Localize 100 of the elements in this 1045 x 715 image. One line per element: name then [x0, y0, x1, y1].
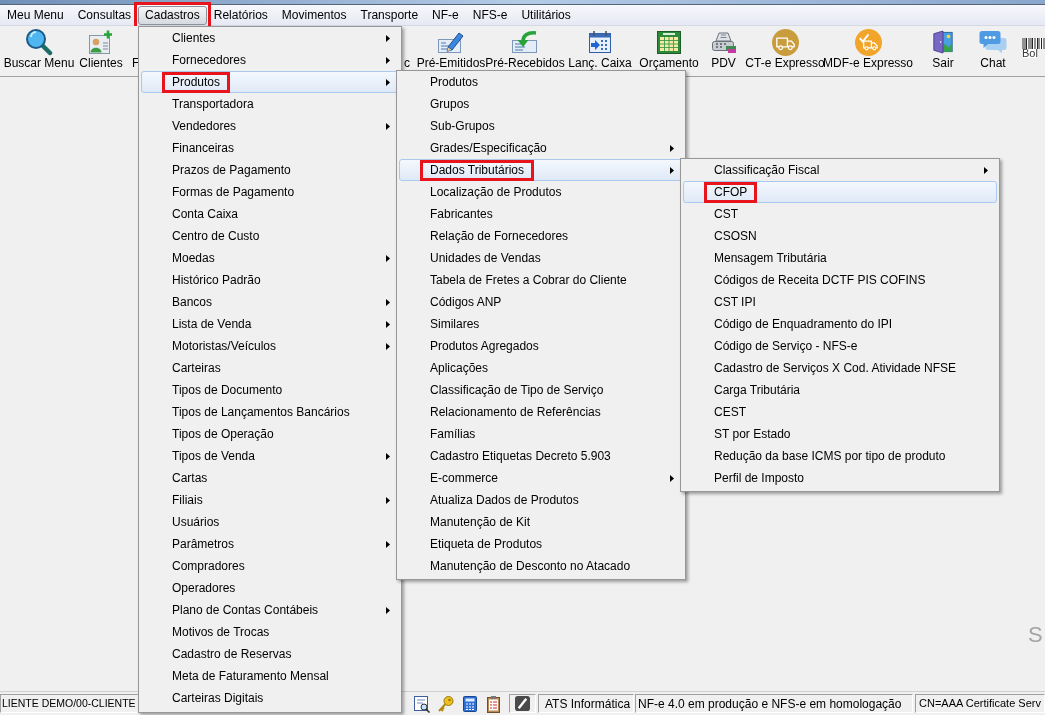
menu-item[interactable]: CST IPI [683, 291, 997, 313]
menu-item[interactable]: Motoristas/Veículos [141, 335, 399, 357]
toolbar-button[interactable]: Chat [972, 26, 1014, 69]
menu-item[interactable]: Redução da base ICMS por tipo de produto [683, 445, 997, 467]
menu-item[interactable]: Código de Serviço - NFS-e [683, 335, 997, 357]
menu-item[interactable]: CST [683, 203, 997, 225]
menu-item[interactable]: Cadastro Etiquetas Decreto 5.903 [399, 445, 683, 467]
menu-item[interactable]: Perfil de Imposto [683, 467, 997, 489]
menu-item[interactable]: Grupos [399, 93, 683, 115]
menu-item[interactable]: Clientes [141, 27, 399, 49]
menu-item[interactable]: CSOSN [683, 225, 997, 247]
truck-check-icon[interactable] [854, 28, 882, 56]
menu-item[interactable]: Formas de Pagamento [141, 181, 399, 203]
menu-item[interactable]: Produtos Agregados [399, 335, 683, 357]
menu-item[interactable]: ST por Estado [683, 423, 997, 445]
search-icon[interactable] [25, 28, 53, 56]
menu-item[interactable]: Fornecedores [141, 49, 399, 71]
menu-bar-item[interactable]: NF-e [425, 5, 466, 25]
toolbar-button[interactable]: Clientes [80, 26, 122, 69]
menu-item[interactable]: Classificação Fiscal [683, 159, 997, 181]
toolbar-button[interactable]: Lanç. Caixa [566, 26, 634, 69]
menu-item[interactable]: Tipos de Operação [141, 423, 399, 445]
menu-item[interactable]: Carteiras Digitais [141, 687, 399, 709]
menu-item[interactable]: Motivos de Trocas [141, 621, 399, 643]
menu-item[interactable]: Tipos de Venda [141, 445, 399, 467]
menu-item[interactable]: Famílias [399, 423, 683, 445]
menu-item[interactable]: Bancos [141, 291, 399, 313]
menu-item[interactable]: Tipos de Lançamentos Bancários [141, 401, 399, 423]
menu-item[interactable]: Relacionamento de Referências [399, 401, 683, 423]
menu-item[interactable]: Grades/Especificação [399, 137, 683, 159]
menu-bar-item[interactable]: Transporte [353, 5, 426, 25]
menu-bar-item[interactable]: Relatórios [206, 5, 275, 25]
document-pen-icon[interactable] [438, 30, 464, 54]
menu-item[interactable]: Transportadora [141, 93, 399, 115]
barcode-icon[interactable] [1022, 38, 1045, 49]
slash-icon[interactable] [515, 696, 530, 711]
door-icon[interactable] [932, 30, 954, 54]
toolbar-button[interactable]: PDV [704, 26, 743, 69]
menu-item[interactable]: Produtos [399, 71, 683, 93]
menu-item[interactable]: Cartas [141, 467, 399, 489]
menu-item[interactable]: Classificação de Tipo de Serviço [399, 379, 683, 401]
spreadsheet-icon[interactable] [657, 30, 681, 54]
menu-item[interactable]: Compradores [141, 555, 399, 577]
menu-item[interactable]: Código de Enquadramento do IPI [683, 313, 997, 335]
toolbar-button[interactable]: CT-e Expresso [746, 26, 824, 69]
menu-item[interactable]: Centro de Custo [141, 225, 399, 247]
document-search-icon[interactable] [413, 694, 431, 713]
menu-item[interactable]: Carteiras [141, 357, 399, 379]
menu-item[interactable]: Operadores [141, 577, 399, 599]
menu-item[interactable]: Relação de Fornecedores [399, 225, 683, 247]
document-arrow-icon[interactable] [512, 30, 538, 54]
menu-item[interactable]: Manutenção de Desconto no Atacado [399, 555, 683, 577]
menu-item[interactable]: Produtos [141, 71, 399, 93]
menu-bar-item[interactable]: Consultas [70, 5, 139, 25]
toolbar-button[interactable]: Sair [920, 26, 966, 69]
menu-item[interactable]: Conta Caixa [141, 203, 399, 225]
menu-bar-item[interactable]: Movimentos [274, 5, 354, 25]
menu-item[interactable]: Códigos ANP [399, 291, 683, 313]
menu-bar-item[interactable]: NFS-e [465, 5, 515, 25]
menu-item[interactable]: Filiais [141, 489, 399, 511]
chat-icon[interactable] [979, 30, 1007, 54]
menu-item[interactable]: Histórico Padrão [141, 269, 399, 291]
menu-item[interactable]: Lista de Venda [141, 313, 399, 335]
menu-item[interactable]: Meta de Faturamento Mensal [141, 665, 399, 687]
menu-item[interactable]: Códigos de Receita DCTF PIS COFINS [683, 269, 997, 291]
toolbar-button[interactable]: Pré-Emitidos [418, 26, 484, 69]
menu-item[interactable]: Moedas [141, 247, 399, 269]
toolbar-button[interactable]: Pré-Recebidos [486, 26, 564, 69]
menu-item[interactable]: Usuários [141, 511, 399, 533]
cash-register-icon[interactable] [710, 30, 737, 54]
menu-item[interactable]: Plano de Contas Contábeis [141, 599, 399, 621]
menu-item[interactable]: Tipos de Documento [141, 379, 399, 401]
toolbar-button[interactable]: Buscar Menu [4, 26, 74, 69]
toolbar-button[interactable]: c [404, 57, 411, 69]
menu-bar-item[interactable]: Cadastros [138, 5, 207, 25]
menu-item[interactable]: Fabricantes [399, 203, 683, 225]
menu-item[interactable]: Prazos de Pagamento [141, 159, 399, 181]
menu-item[interactable]: Parâmetros [141, 533, 399, 555]
menu-item[interactable]: Unidades de Vendas [399, 247, 683, 269]
menu-item[interactable]: Atualiza Dados de Produtos [399, 489, 683, 511]
menu-bar-item[interactable]: Meu Menu [0, 5, 71, 25]
menu-item[interactable]: Carga Tributária [683, 379, 997, 401]
clipboard-icon[interactable] [485, 694, 503, 713]
menu-item[interactable]: Sub-Grupos [399, 115, 683, 137]
menu-item[interactable]: Financeiras [141, 137, 399, 159]
menu-item[interactable]: Mensagem Tributária [683, 247, 997, 269]
menu-item[interactable]: Aplicações [399, 357, 683, 379]
menu-item[interactable]: Manutenção de Kit [399, 511, 683, 533]
calculator-icon[interactable] [461, 694, 479, 713]
contact-card-icon[interactable] [89, 30, 113, 54]
menu-item[interactable]: Similares [399, 313, 683, 335]
menu-item[interactable]: CEST [683, 401, 997, 423]
menu-item[interactable]: E-commerce [399, 467, 683, 489]
toolbar-button[interactable]: Orçamento [638, 26, 700, 69]
menu-item[interactable]: CFOP [683, 181, 997, 203]
menu-item[interactable]: Cadastro de Reservas [141, 643, 399, 665]
key-icon[interactable] [437, 694, 455, 713]
menu-item[interactable]: Etiqueta de Produtos [399, 533, 683, 555]
toolbar-button[interactable]: Bol [1022, 38, 1045, 58]
menu-item[interactable]: Vendedores [141, 115, 399, 137]
